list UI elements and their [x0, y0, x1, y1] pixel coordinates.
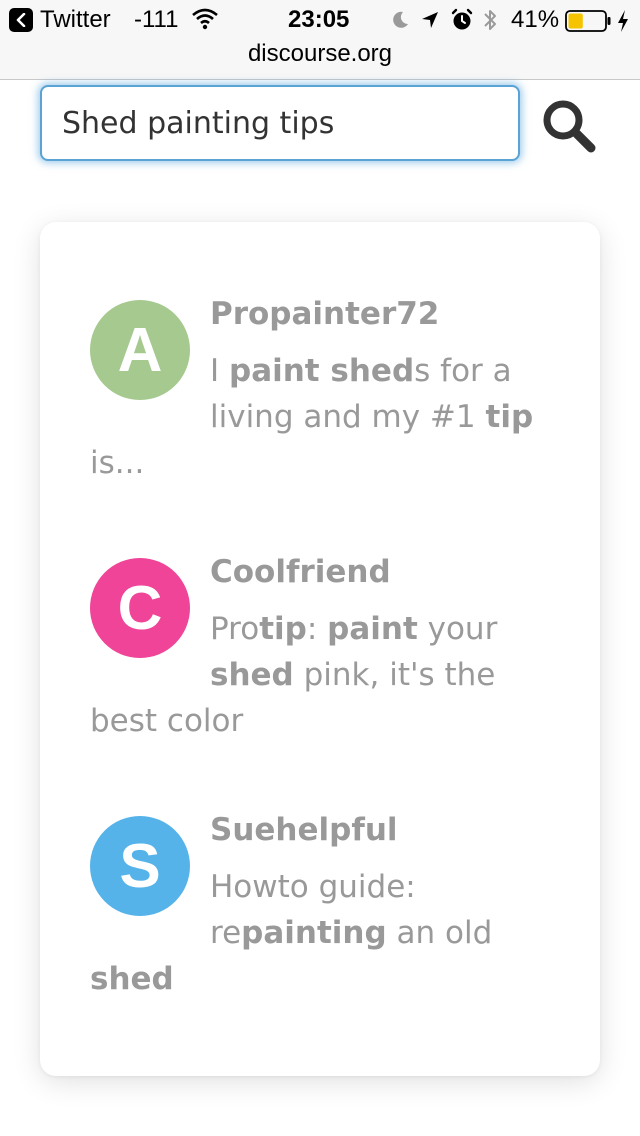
wifi-icon: [192, 8, 218, 30]
search-input[interactable]: [40, 85, 520, 161]
url-domain[interactable]: discourse.org: [0, 40, 640, 72]
status-bar: Twitter -111 23:05 41% discourse.org: [0, 0, 640, 80]
avatar-letter: S: [119, 831, 161, 901]
highlighted-term: tip: [485, 399, 534, 435]
excerpt-text: your: [417, 611, 498, 647]
avatar[interactable]: C: [90, 558, 190, 658]
charging-icon: [618, 10, 628, 32]
avatar[interactable]: S: [90, 816, 190, 916]
signal-strength: -111: [134, 6, 179, 33]
highlighted-term: shed: [210, 657, 294, 693]
excerpt-text: an old: [386, 915, 493, 951]
highlighted-term: shed: [90, 961, 174, 997]
magnifier-icon: [543, 100, 596, 153]
battery-icon: [565, 10, 611, 32]
search-result[interactable]: A Propainter72 I paint sheds for a livin…: [90, 296, 560, 486]
highlighted-term: tip: [259, 611, 307, 647]
highlighted-term: paint: [327, 611, 418, 647]
back-to-app-icon[interactable]: [9, 8, 33, 32]
excerpt-text: Pro: [210, 611, 260, 647]
back-app-label[interactable]: Twitter: [40, 6, 111, 34]
search-button[interactable]: [538, 96, 600, 156]
bluetooth-icon: [484, 10, 496, 30]
location-arrow-icon: [422, 12, 438, 28]
excerpt-text: I: [210, 353, 229, 389]
highlighted-term: painting: [241, 915, 387, 951]
search-result[interactable]: S Suehelpful Howto guide: repainting an …: [90, 812, 560, 1002]
clock-time: 23:05: [288, 6, 350, 33]
status-row: Twitter -111 23:05 41%: [0, 4, 640, 38]
highlighted-term: paint shed: [229, 353, 415, 389]
avatar-letter: C: [117, 573, 163, 643]
alarm-clock-icon: [451, 8, 473, 30]
search-result[interactable]: C Coolfriend Protip: paint your shed pin…: [90, 554, 560, 744]
excerpt-text: is...: [90, 445, 145, 481]
do-not-disturb-icon: [393, 11, 408, 28]
avatar[interactable]: A: [90, 300, 190, 400]
battery-percent: 41%: [511, 6, 560, 33]
search-results-card: A Propainter72 I paint sheds for a livin…: [40, 222, 600, 1076]
avatar-letter: A: [117, 315, 163, 385]
excerpt-text: :: [306, 611, 328, 647]
